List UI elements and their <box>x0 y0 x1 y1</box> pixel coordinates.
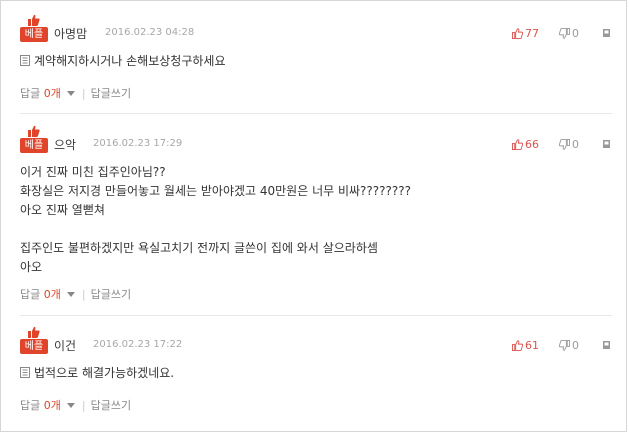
downvote-count: 0 <box>572 339 579 352</box>
comment-item: 베플 이건 2016.02.23 17:22 61 0 법적으로 해결가능하겠네… <box>20 326 612 416</box>
comment-body: 계약해지하시거나 손해보상청구하세요 <box>20 52 226 71</box>
downvote-button[interactable]: 0 <box>558 339 579 352</box>
thumbs-down-icon <box>558 340 570 351</box>
upvote-count: 66 <box>525 138 539 151</box>
divider: | <box>81 288 86 301</box>
comment-item: 베플 으악 2016.02.23 17:29 66 0 이거 진짜 미친 집주인… <box>20 125 612 305</box>
comment-text-line <box>20 220 411 239</box>
downvote-count: 0 <box>572 27 579 40</box>
caret-down-icon <box>66 91 75 96</box>
reply-write-link[interactable]: 답글쓰기 <box>91 87 131 100</box>
thumbs-down-icon <box>558 139 570 150</box>
comment-list: 베플 아명맘 2016.02.23 04:28 77 0 계약해지하시거나 손해… <box>0 0 627 432</box>
best-badge: 베플 <box>20 125 48 155</box>
reply-toggle[interactable]: 답글 0개 <box>20 87 75 100</box>
vote-bar: 77 0 <box>511 27 612 41</box>
reply-count: 0개 <box>43 399 61 412</box>
best-label: 베플 <box>20 138 48 153</box>
thumbs-up-icon <box>28 125 40 137</box>
comment-author[interactable]: 아명맘 <box>54 25 87 42</box>
thumbs-up-icon <box>511 340 524 351</box>
comment-text-line: 계약해지하시거나 손해보상청구하세요 <box>34 54 226 68</box>
comment-date: 2016.02.23 04:28 <box>105 27 195 38</box>
upvote-count: 61 <box>525 339 539 352</box>
comment-item: 베플 아명맘 2016.02.23 04:28 77 0 계약해지하시거나 손해… <box>20 14 612 104</box>
best-label: 베플 <box>20 27 48 42</box>
comment-date: 2016.02.23 17:29 <box>93 138 183 149</box>
report-icon[interactable] <box>602 28 612 38</box>
comment-body: 이거 진짜 미친 집주인아님?? 화장실은 저지경 만들어놓고 월세는 받아야겠… <box>20 163 411 277</box>
comment-author[interactable]: 이건 <box>54 337 76 354</box>
mobile-icon <box>20 367 30 378</box>
downvote-count: 0 <box>572 138 579 151</box>
divider <box>20 315 612 316</box>
reply-write-link[interactable]: 답글쓰기 <box>91 288 131 301</box>
vote-bar: 66 0 <box>511 138 612 152</box>
comment-text-line: 아오 <box>20 260 43 274</box>
reply-label: 답글 <box>20 288 41 301</box>
reply-bar: 답글 0개 | 답글쓰기 <box>20 397 131 412</box>
reply-label: 답글 <box>20 399 41 412</box>
best-badge: 베플 <box>20 326 48 356</box>
divider: | <box>81 399 86 412</box>
thumbs-up-icon <box>28 326 40 338</box>
vote-bar: 61 0 <box>511 339 612 353</box>
thumbs-up-icon <box>28 14 40 26</box>
reply-write-link[interactable]: 답글쓰기 <box>91 399 131 412</box>
upvote-count: 77 <box>525 27 539 40</box>
comment-author[interactable]: 으악 <box>54 136 76 153</box>
downvote-button[interactable]: 0 <box>558 27 579 40</box>
comment-text-line: 집주인도 불편하겠지만 욕실고치기 전까지 글쓴이 집에 와서 살으라하셈 <box>20 241 378 255</box>
comment-text-line: 법적으로 해결가능하겠네요. <box>34 366 175 380</box>
caret-down-icon <box>66 292 75 297</box>
thumbs-down-icon <box>558 28 570 39</box>
report-icon[interactable] <box>602 340 612 350</box>
comment-text-line: 아오 진짜 열뻗쳐 <box>20 203 105 217</box>
upvote-button[interactable]: 66 <box>511 138 539 151</box>
comment-text-line: 화장실은 저지경 만들어놓고 월세는 받아야겠고 40만원은 너무 비싸????… <box>20 184 412 198</box>
report-icon[interactable] <box>602 139 612 149</box>
divider: | <box>81 87 86 100</box>
reply-bar: 답글 0개 | 답글쓰기 <box>20 286 131 301</box>
reply-label: 답글 <box>20 87 41 100</box>
thumbs-up-icon <box>511 28 524 39</box>
comment-body: 법적으로 해결가능하겠네요. <box>20 364 174 383</box>
thumbs-up-icon <box>511 139 524 150</box>
downvote-button[interactable]: 0 <box>558 138 579 151</box>
best-label: 베플 <box>20 339 48 354</box>
upvote-button[interactable]: 77 <box>511 27 539 40</box>
comment-date: 2016.02.23 17:22 <box>93 339 183 350</box>
divider <box>20 113 612 114</box>
reply-bar: 답글 0개 | 답글쓰기 <box>20 85 131 100</box>
mobile-icon <box>20 55 30 66</box>
comment-text-line: 이거 진짜 미친 집주인아님?? <box>20 165 166 179</box>
reply-count: 0개 <box>43 288 61 301</box>
reply-toggle[interactable]: 답글 0개 <box>20 288 75 301</box>
best-badge: 베플 <box>20 14 48 44</box>
reply-count: 0개 <box>43 87 61 100</box>
caret-down-icon <box>66 403 75 408</box>
upvote-button[interactable]: 61 <box>511 339 539 352</box>
reply-toggle[interactable]: 답글 0개 <box>20 399 75 412</box>
